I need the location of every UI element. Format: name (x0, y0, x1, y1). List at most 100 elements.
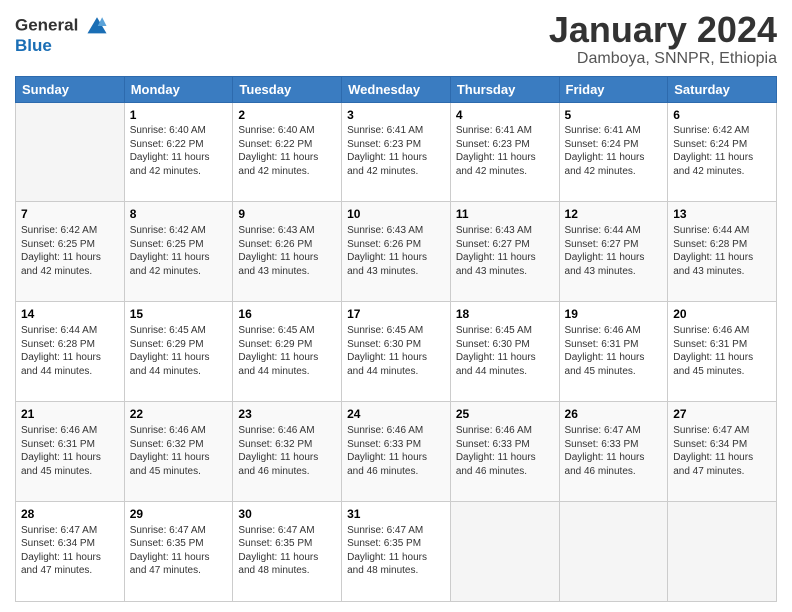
calendar-cell: 15Sunrise: 6:45 AM Sunset: 6:29 PM Dayli… (124, 302, 233, 402)
day-info: Sunrise: 6:45 AM Sunset: 6:30 PM Dayligh… (456, 324, 554, 378)
day-number: 23 (238, 406, 336, 423)
day-number: 17 (347, 306, 445, 323)
calendar-cell: 17Sunrise: 6:45 AM Sunset: 6:30 PM Dayli… (342, 302, 451, 402)
calendar-cell: 19Sunrise: 6:46 AM Sunset: 6:31 PM Dayli… (559, 302, 668, 402)
calendar-cell (668, 502, 777, 602)
calendar-cell: 27Sunrise: 6:47 AM Sunset: 6:34 PM Dayli… (668, 402, 777, 502)
day-info: Sunrise: 6:41 AM Sunset: 6:23 PM Dayligh… (456, 124, 554, 178)
day-number: 22 (130, 406, 228, 423)
calendar-cell: 30Sunrise: 6:47 AM Sunset: 6:35 PM Dayli… (233, 502, 342, 602)
day-number: 24 (347, 406, 445, 423)
calendar-cell: 3Sunrise: 6:41 AM Sunset: 6:23 PM Daylig… (342, 102, 451, 202)
calendar-cell: 10Sunrise: 6:43 AM Sunset: 6:26 PM Dayli… (342, 202, 451, 302)
day-number: 4 (456, 107, 554, 124)
calendar-cell: 1Sunrise: 6:40 AM Sunset: 6:22 PM Daylig… (124, 102, 233, 202)
day-info: Sunrise: 6:47 AM Sunset: 6:35 PM Dayligh… (130, 524, 228, 578)
calendar-cell (450, 502, 559, 602)
day-info: Sunrise: 6:47 AM Sunset: 6:33 PM Dayligh… (565, 424, 663, 478)
day-info: Sunrise: 6:44 AM Sunset: 6:28 PM Dayligh… (673, 224, 771, 278)
day-header-tuesday: Tuesday (233, 76, 342, 102)
month-title: January 2024 (549, 10, 777, 50)
day-number: 15 (130, 306, 228, 323)
calendar-cell: 7Sunrise: 6:42 AM Sunset: 6:25 PM Daylig… (16, 202, 125, 302)
day-number: 16 (238, 306, 336, 323)
week-row-2: 7Sunrise: 6:42 AM Sunset: 6:25 PM Daylig… (16, 202, 777, 302)
day-info: Sunrise: 6:46 AM Sunset: 6:32 PM Dayligh… (238, 424, 336, 478)
day-header-monday: Monday (124, 76, 233, 102)
calendar-cell: 25Sunrise: 6:46 AM Sunset: 6:33 PM Dayli… (450, 402, 559, 502)
day-info: Sunrise: 6:47 AM Sunset: 6:35 PM Dayligh… (238, 524, 336, 578)
day-number: 25 (456, 406, 554, 423)
day-number: 21 (21, 406, 119, 423)
calendar-header-row: SundayMondayTuesdayWednesdayThursdayFrid… (16, 76, 777, 102)
day-info: Sunrise: 6:43 AM Sunset: 6:27 PM Dayligh… (456, 224, 554, 278)
day-number: 13 (673, 206, 771, 223)
day-info: Sunrise: 6:47 AM Sunset: 6:34 PM Dayligh… (21, 524, 119, 578)
day-header-sunday: Sunday (16, 76, 125, 102)
day-number: 3 (347, 107, 445, 124)
calendar-cell: 12Sunrise: 6:44 AM Sunset: 6:27 PM Dayli… (559, 202, 668, 302)
day-number: 27 (673, 406, 771, 423)
calendar-cell: 21Sunrise: 6:46 AM Sunset: 6:31 PM Dayli… (16, 402, 125, 502)
day-info: Sunrise: 6:40 AM Sunset: 6:22 PM Dayligh… (238, 124, 336, 178)
calendar-cell: 4Sunrise: 6:41 AM Sunset: 6:23 PM Daylig… (450, 102, 559, 202)
day-number: 8 (130, 206, 228, 223)
day-info: Sunrise: 6:45 AM Sunset: 6:29 PM Dayligh… (130, 324, 228, 378)
calendar-cell: 24Sunrise: 6:46 AM Sunset: 6:33 PM Dayli… (342, 402, 451, 502)
calendar-cell: 22Sunrise: 6:46 AM Sunset: 6:32 PM Dayli… (124, 402, 233, 502)
day-info: Sunrise: 6:43 AM Sunset: 6:26 PM Dayligh… (238, 224, 336, 278)
day-info: Sunrise: 6:47 AM Sunset: 6:34 PM Dayligh… (673, 424, 771, 478)
calendar-cell: 16Sunrise: 6:45 AM Sunset: 6:29 PM Dayli… (233, 302, 342, 402)
day-number: 5 (565, 107, 663, 124)
day-info: Sunrise: 6:46 AM Sunset: 6:33 PM Dayligh… (347, 424, 445, 478)
day-number: 30 (238, 506, 336, 523)
header: General Blue January 2024 Damboya, SNNPR… (15, 10, 777, 68)
location: Damboya, SNNPR, Ethiopia (549, 50, 777, 68)
logo-line2: Blue (15, 37, 108, 56)
calendar-cell: 31Sunrise: 6:47 AM Sunset: 6:35 PM Dayli… (342, 502, 451, 602)
calendar-cell: 23Sunrise: 6:46 AM Sunset: 6:32 PM Dayli… (233, 402, 342, 502)
calendar-cell: 11Sunrise: 6:43 AM Sunset: 6:27 PM Dayli… (450, 202, 559, 302)
day-number: 10 (347, 206, 445, 223)
logo-line1: General (15, 15, 108, 37)
day-info: Sunrise: 6:41 AM Sunset: 6:24 PM Dayligh… (565, 124, 663, 178)
calendar-cell: 9Sunrise: 6:43 AM Sunset: 6:26 PM Daylig… (233, 202, 342, 302)
day-number: 20 (673, 306, 771, 323)
day-info: Sunrise: 6:46 AM Sunset: 6:31 PM Dayligh… (21, 424, 119, 478)
calendar: SundayMondayTuesdayWednesdayThursdayFrid… (15, 76, 777, 602)
day-number: 29 (130, 506, 228, 523)
day-number: 11 (456, 206, 554, 223)
day-info: Sunrise: 6:42 AM Sunset: 6:24 PM Dayligh… (673, 124, 771, 178)
day-number: 2 (238, 107, 336, 124)
day-info: Sunrise: 6:45 AM Sunset: 6:30 PM Dayligh… (347, 324, 445, 378)
calendar-cell: 2Sunrise: 6:40 AM Sunset: 6:22 PM Daylig… (233, 102, 342, 202)
day-info: Sunrise: 6:43 AM Sunset: 6:26 PM Dayligh… (347, 224, 445, 278)
day-number: 7 (21, 206, 119, 223)
week-row-5: 28Sunrise: 6:47 AM Sunset: 6:34 PM Dayli… (16, 502, 777, 602)
day-info: Sunrise: 6:42 AM Sunset: 6:25 PM Dayligh… (21, 224, 119, 278)
day-info: Sunrise: 6:46 AM Sunset: 6:31 PM Dayligh… (673, 324, 771, 378)
calendar-cell: 5Sunrise: 6:41 AM Sunset: 6:24 PM Daylig… (559, 102, 668, 202)
day-header-friday: Friday (559, 76, 668, 102)
calendar-cell: 20Sunrise: 6:46 AM Sunset: 6:31 PM Dayli… (668, 302, 777, 402)
day-info: Sunrise: 6:44 AM Sunset: 6:27 PM Dayligh… (565, 224, 663, 278)
title-section: January 2024 Damboya, SNNPR, Ethiopia (549, 10, 777, 68)
day-info: Sunrise: 6:47 AM Sunset: 6:35 PM Dayligh… (347, 524, 445, 578)
day-info: Sunrise: 6:42 AM Sunset: 6:25 PM Dayligh… (130, 224, 228, 278)
day-info: Sunrise: 6:46 AM Sunset: 6:32 PM Dayligh… (130, 424, 228, 478)
day-info: Sunrise: 6:46 AM Sunset: 6:33 PM Dayligh… (456, 424, 554, 478)
day-info: Sunrise: 6:45 AM Sunset: 6:29 PM Dayligh… (238, 324, 336, 378)
day-info: Sunrise: 6:40 AM Sunset: 6:22 PM Dayligh… (130, 124, 228, 178)
calendar-cell (559, 502, 668, 602)
day-number: 28 (21, 506, 119, 523)
week-row-1: 1Sunrise: 6:40 AM Sunset: 6:22 PM Daylig… (16, 102, 777, 202)
day-number: 14 (21, 306, 119, 323)
day-header-wednesday: Wednesday (342, 76, 451, 102)
day-number: 12 (565, 206, 663, 223)
calendar-cell: 18Sunrise: 6:45 AM Sunset: 6:30 PM Dayli… (450, 302, 559, 402)
calendar-cell: 6Sunrise: 6:42 AM Sunset: 6:24 PM Daylig… (668, 102, 777, 202)
day-info: Sunrise: 6:46 AM Sunset: 6:31 PM Dayligh… (565, 324, 663, 378)
week-row-4: 21Sunrise: 6:46 AM Sunset: 6:31 PM Dayli… (16, 402, 777, 502)
calendar-cell: 8Sunrise: 6:42 AM Sunset: 6:25 PM Daylig… (124, 202, 233, 302)
calendar-cell: 29Sunrise: 6:47 AM Sunset: 6:35 PM Dayli… (124, 502, 233, 602)
